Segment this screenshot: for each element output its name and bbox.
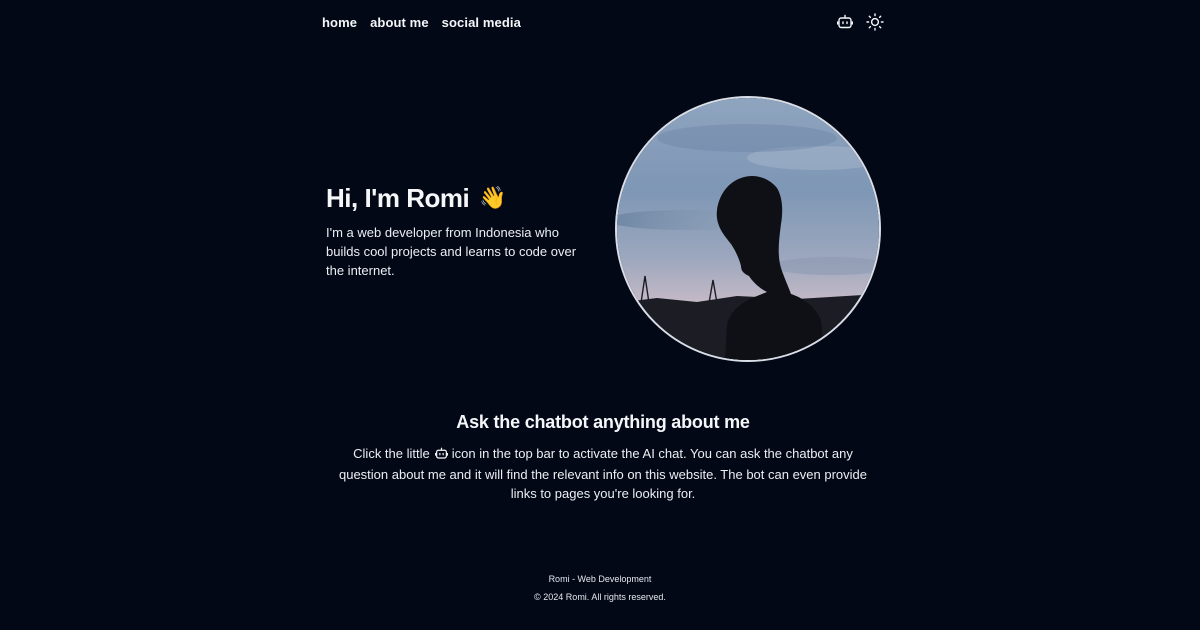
robot-icon[interactable] (836, 13, 854, 31)
chatbot-section-description: Click the little icon in the top bar to a… (330, 444, 876, 503)
nav-link-social-media[interactable]: social media (442, 15, 521, 30)
footer: Romi - Web Development © 2024 Romi. All … (0, 570, 1200, 606)
nav-links: home about me social media (322, 15, 521, 30)
page: home about me social media Hi, I'm Romi … (0, 0, 1200, 630)
profile-photo (615, 96, 881, 362)
robot-icon-inline (434, 446, 448, 465)
hero-greeting: Hi, I'm Romi (326, 183, 470, 213)
footer-copyright: © 2024 Romi. All rights reserved. (534, 592, 666, 602)
sun-icon[interactable] (866, 13, 884, 31)
hero-description: I'm a web developer from Indonesia who b… (326, 225, 577, 278)
profile-photo-silhouette-icon (617, 98, 879, 360)
chatbot-text-before-icon: Click the little (353, 446, 430, 461)
nav-link-home[interactable]: home (322, 15, 357, 30)
nav-link-about-me[interactable]: about me (370, 15, 429, 30)
chatbot-section: Ask the chatbot anything about me Click … (330, 410, 876, 503)
footer-tagline: Romi - Web Development (548, 574, 652, 584)
hero-section: Hi, I'm Romi 👋 I'm a web developer from … (326, 182, 596, 280)
nav-icons (836, 13, 884, 31)
waving-hand-icon: 👋 (479, 185, 507, 210)
hero-title: Hi, I'm Romi 👋 (326, 182, 596, 214)
top-bar: home about me social media (322, 12, 884, 32)
chatbot-section-title: Ask the chatbot anything about me (456, 412, 750, 432)
